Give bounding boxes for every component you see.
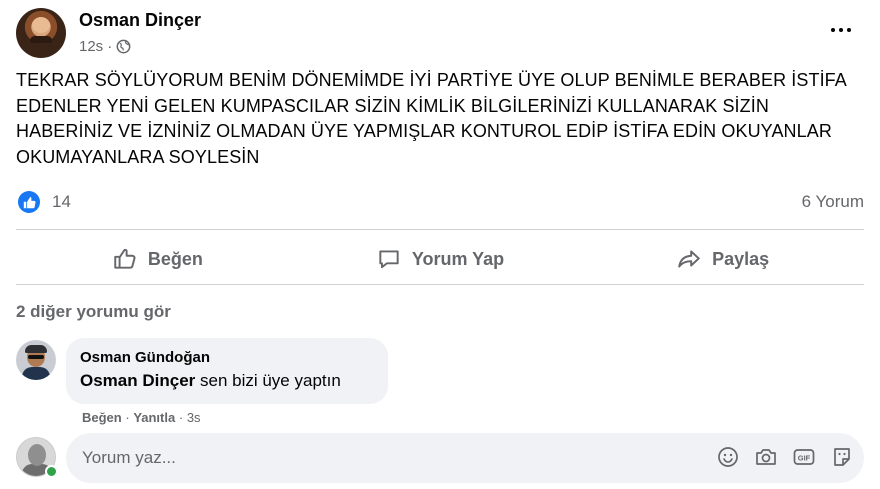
comment-label: Yorum Yap xyxy=(411,248,505,269)
post-time[interactable]: 12s xyxy=(79,38,103,55)
comment-composer: GIF xyxy=(16,433,864,483)
like-button[interactable]: Beğen xyxy=(16,234,299,284)
comment-count[interactable]: 6 Yorum xyxy=(802,192,864,212)
comment-actions: Beğen · Yanıtla · 3s xyxy=(82,410,201,425)
globe-icon[interactable] xyxy=(116,39,131,54)
comment-text: Osman Dinçer sen bizi üye yaptın xyxy=(80,371,374,391)
like-reaction-icon[interactable] xyxy=(18,191,40,213)
comment-button[interactable]: Yorum Yap xyxy=(299,234,582,284)
comment-bubble: Osman Gündoğan Osman Dinçer sen bizi üye… xyxy=(66,338,388,404)
gif-icon[interactable]: GIF xyxy=(792,445,816,469)
comment-input[interactable] xyxy=(82,433,682,483)
more-options-icon[interactable] xyxy=(828,20,854,40)
reaction-summary: 14 6 Yorum xyxy=(16,190,864,214)
share-label: Paylaş xyxy=(712,248,770,269)
commenter-name[interactable]: Osman Gündoğan xyxy=(80,349,374,366)
post-actions: Beğen Yorum Yap Paylaş xyxy=(16,234,864,284)
comment-time[interactable]: 3s xyxy=(187,410,201,425)
divider xyxy=(16,284,864,285)
view-more-comments-link[interactable]: 2 diğer yorumu gör xyxy=(16,302,171,322)
sticker-icon[interactable] xyxy=(830,445,854,469)
like-label: Beğen xyxy=(147,248,203,269)
post-header: Osman Dinçer 12s · xyxy=(16,6,864,62)
camera-icon[interactable] xyxy=(754,445,778,469)
svg-text:GIF: GIF xyxy=(798,453,811,462)
online-status-dot xyxy=(45,465,58,478)
divider xyxy=(16,229,864,230)
meta-separator: · xyxy=(107,38,113,55)
emoji-icon[interactable] xyxy=(716,445,740,469)
comment-reply-link[interactable]: Yanıtla xyxy=(133,410,175,425)
author-name[interactable]: Osman Dinçer xyxy=(79,10,201,31)
mention-link[interactable]: Osman Dinçer xyxy=(80,371,195,390)
comment-body: sen bizi üye yaptın xyxy=(195,371,341,390)
share-button[interactable]: Paylaş xyxy=(581,234,864,284)
author-avatar[interactable] xyxy=(16,8,66,58)
speech-bubble-icon xyxy=(379,250,399,269)
commenter-avatar[interactable] xyxy=(16,340,56,380)
share-arrow-icon xyxy=(678,250,700,268)
comment-like-link[interactable]: Beğen xyxy=(82,410,122,425)
thumbs-up-icon xyxy=(114,248,136,269)
composer-icons: GIF xyxy=(716,445,854,469)
post-meta: 12s · xyxy=(79,38,131,55)
post-text: TEKRAR SÖYLÜYORUM BENİM DÖNEMİMDE İYİ PA… xyxy=(16,70,846,167)
comment-box: GIF xyxy=(66,433,864,483)
reaction-count[interactable]: 14 xyxy=(52,192,71,212)
